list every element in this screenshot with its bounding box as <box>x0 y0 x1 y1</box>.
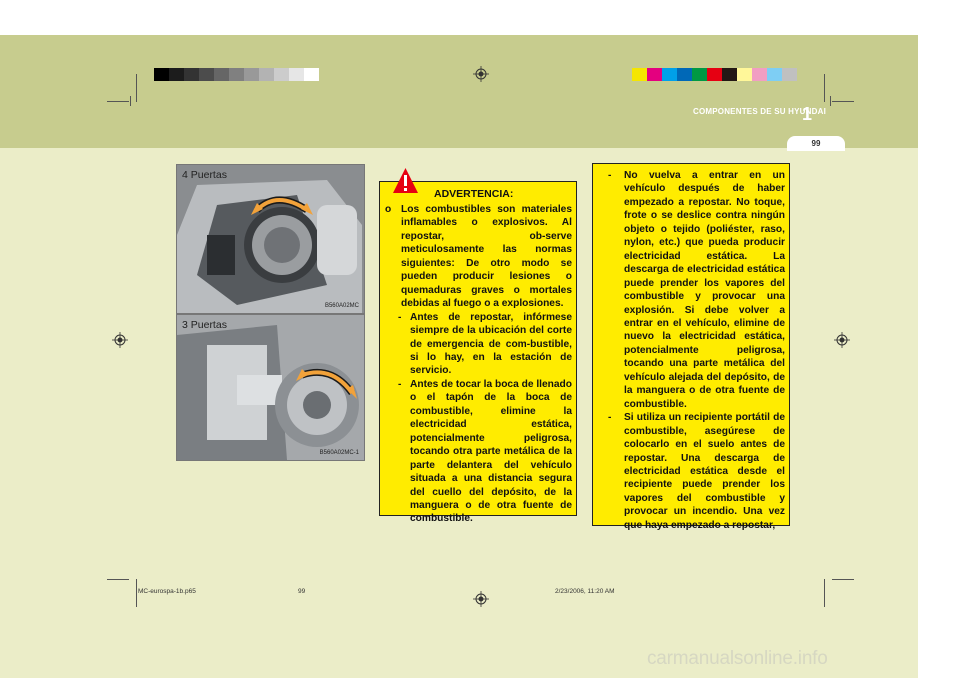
list-item-text: No vuelva a entrar en un vehículo despué… <box>624 170 785 410</box>
figure-code: B560A02MC-1 <box>319 450 359 456</box>
fuel-filler-cap-image <box>177 315 364 460</box>
calibration-swatch <box>154 68 169 81</box>
watermark: carmanualsonline.info <box>647 648 828 669</box>
calibration-swatch <box>782 68 797 81</box>
registration-mark-icon <box>834 332 850 348</box>
calibration-swatch <box>647 68 662 81</box>
list-item: - Antes de repostar, infórmese siempre d… <box>398 311 572 378</box>
warning-intro-text: Los combustibles son materiales inflamab… <box>401 204 572 310</box>
bullet-marker: o <box>385 204 392 215</box>
figure-label: 4 Puertas <box>182 169 227 181</box>
registration-mark-icon <box>112 332 128 348</box>
list-item-text: Antes de tocar la boca de llenado o el t… <box>410 378 572 525</box>
calibration-swatch <box>259 68 274 81</box>
registration-mark-icon <box>473 66 489 82</box>
bullet-marker: - <box>608 412 612 424</box>
calibration-swatch <box>184 68 199 81</box>
color-calibration-bar <box>632 68 797 81</box>
header-band <box>0 35 918 148</box>
calibration-swatch <box>737 68 752 81</box>
calibration-swatch <box>707 68 722 81</box>
page-number: 99 <box>811 139 821 148</box>
calibration-swatch <box>214 68 229 81</box>
warning-title: ADVERTENCIA: <box>434 188 514 200</box>
calibration-swatch <box>229 68 244 81</box>
list-item: - Antes de tocar la boca de llenado o el… <box>398 378 572 526</box>
bullet-marker: - <box>608 170 612 181</box>
footer-datetime: 2/23/2006, 11:20 AM <box>555 588 615 595</box>
calibration-swatch <box>244 68 259 81</box>
calibration-swatch <box>692 68 707 81</box>
list-item-text: Si utiliza un recipiente portátil de com… <box>624 412 785 531</box>
calibration-swatch <box>169 68 184 81</box>
calibration-swatch <box>632 68 647 81</box>
warning-intro: o Los combustibles son materiales inflam… <box>385 203 572 311</box>
registration-mark-icon <box>473 591 489 607</box>
chapter-number: 1 <box>802 104 813 124</box>
calibration-swatch <box>304 68 319 81</box>
figure-code: B560A02MC <box>324 303 359 309</box>
calibration-swatch <box>752 68 767 81</box>
calibration-swatch <box>289 68 304 81</box>
bullet-marker: - <box>398 311 402 323</box>
list-item-text: Antes de repostar, infórmese siempre de … <box>410 311 572 377</box>
calibration-swatch <box>767 68 782 81</box>
warning-box: ADVERTENCIA: o Los combustibles son mate… <box>379 181 577 524</box>
fuel-filler-cap-image <box>177 165 364 313</box>
figure-label: 3 Puertas <box>182 319 227 331</box>
warning-continuation-box: - No vuelva a entrar en un vehículo desp… <box>592 163 790 531</box>
calibration-swatch <box>662 68 677 81</box>
footer-file: MC-eurospa-1b.p65 <box>138 588 196 595</box>
footer-page: 99 <box>298 588 306 595</box>
calibration-swatch <box>274 68 289 81</box>
grayscale-calibration-bar <box>154 68 319 81</box>
calibration-swatch <box>677 68 692 81</box>
calibration-swatch <box>722 68 737 81</box>
fuel-door-photo-4-door: 4 Puertas B560A02MC <box>176 164 365 314</box>
list-item: - No vuelva a entrar en un vehículo desp… <box>598 169 785 411</box>
fuel-door-photo-3-door: 3 Puertas B560A02MC-1 <box>176 314 365 461</box>
calibration-swatch <box>199 68 214 81</box>
list-item: - Si utiliza un recipiente portátil de c… <box>598 411 785 532</box>
exclamation-warning-icon <box>393 168 418 193</box>
bullet-marker: - <box>398 378 402 390</box>
